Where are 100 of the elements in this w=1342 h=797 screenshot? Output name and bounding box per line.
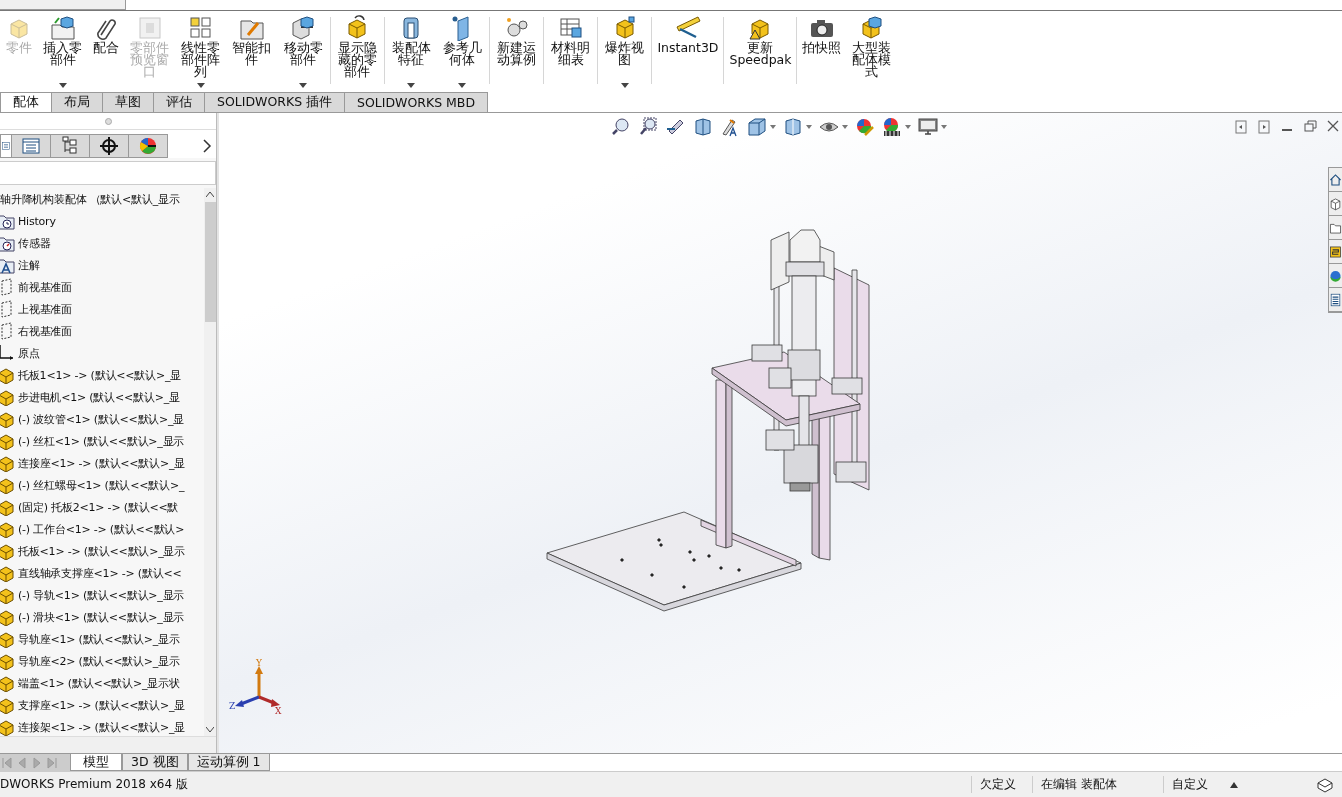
tree-item[interactable]: 上视基准面 [18,301,72,317]
ribbon-tab[interactable]: SOLIDWORKS MBD [344,92,489,112]
caret-icon[interactable] [407,83,416,88]
tile-left-icon[interactable] [1234,119,1248,135]
tree-item[interactable]: History [18,214,56,228]
tree-item[interactable]: 支撑座<1> -> (默认<<默认>_显 [18,697,186,713]
ribbon-button[interactable]: 显示隐藏的零部件 [333,13,381,92]
caret-icon[interactable] [905,125,911,129]
part-icon [0,498,15,516]
caret-icon[interactable] [458,83,467,88]
zoom-fit-icon[interactable] [612,117,632,137]
section-view-icon[interactable] [693,117,713,137]
tree-item[interactable]: 步进电机<1> (默认<<默认>_显 [18,389,180,405]
vertical-scrollbar[interactable] [204,188,216,736]
tree-item[interactable]: 连接座<1> -> (默认<<默认>_显 [18,455,186,471]
sheet-tab[interactable]: 3D 视图 [122,754,188,771]
monitor-icon[interactable] [918,117,938,137]
tile-right-icon[interactable] [1257,119,1271,135]
previous-view-icon[interactable] [666,117,686,137]
tree-item[interactable]: (-) 丝杠螺母<1> (默认<<默认>_ [18,477,185,493]
ribbon-button[interactable]: 智能扣件 [228,13,276,92]
tree-item[interactable]: 直线轴承支撑座<1> -> (默认<< [18,565,182,581]
status-text: 自定义 [1163,776,1216,793]
appearance-icon[interactable] [855,117,875,137]
caret-icon[interactable] [620,83,629,88]
ribbon-tab[interactable]: 草图 [102,92,154,112]
caret-icon[interactable] [770,125,776,129]
ribbon-button[interactable]: 插入零部件 [39,13,87,92]
scroll-down-icon[interactable] [206,727,214,732]
tree-item[interactable]: 轴升降机构装配体 （默认<默认_显示 [0,191,180,207]
ribbon-button[interactable]: 移动零部件 [279,13,327,92]
units-icon[interactable] [1316,776,1334,793]
configuration-tree-icon [60,136,80,156]
chevron-right-icon[interactable] [202,139,212,153]
part-icon [0,454,15,472]
display-style-icon[interactable] [783,117,803,137]
tree-item[interactable]: (固定) 托板2<1> -> (默认<<默 [18,499,179,515]
tree-item[interactable]: (-) 波纹管<1> (默认<<默认>_显 [18,411,185,427]
plane-icon [0,278,15,296]
ribbon-button[interactable]: Instant3D [655,13,721,92]
status-text: DWORKS Premium 2018 x64 版 [0,776,188,793]
sheet-tab[interactable]: 模型 [70,754,122,771]
tree-item[interactable]: 托板<1> -> (默认<<默认>_显示 [18,543,186,559]
ribbon-button[interactable]: 更新 Speedpak [727,13,794,92]
tree-item[interactable]: 原点 [18,345,40,361]
ribbon-button[interactable]: 新建运动算例 [493,13,541,92]
caret-icon[interactable] [196,83,205,88]
horizontal-scrollbar[interactable] [0,736,216,753]
ribbon-button[interactable]: 拍快照 [800,13,844,92]
tree-item[interactable]: 注解 [18,257,40,273]
tree-item[interactable]: 端盖<1> (默认<<默认>_显示状 [18,675,180,691]
ribbon-button[interactable]: 参考几何体 [438,13,486,92]
panel-tab[interactable] [89,134,129,158]
tree-item[interactable]: (-) 导轨<1> (默认<<默认>_显示 [18,587,185,603]
sheet-tab[interactable]: 运动算例 1 [187,754,270,771]
ribbon-button[interactable]: 配合 [90,13,123,92]
ribbon-tab[interactable]: 评估 [153,92,205,112]
axis-label: X [275,706,282,716]
restore-icon[interactable] [1303,119,1317,135]
caret-icon[interactable] [58,83,67,88]
ribbon-button[interactable]: 材料明细表 [547,13,595,92]
ribbon-tab[interactable]: SOLIDWORKS 插件 [204,92,346,112]
scene-icon[interactable] [882,117,902,137]
axis-label: Y [256,658,262,668]
view-orientation-icon[interactable] [747,117,767,137]
property-list-icon [21,136,41,156]
scroll-up-icon[interactable] [206,192,214,197]
axis-label: Z [229,701,236,711]
ribbon-button[interactable]: 大型装配体模式 [847,13,895,92]
tree-item[interactable]: 导轨座<1> (默认<<默认>_显示 [18,631,180,647]
scrollbar-thumb[interactable] [205,202,216,322]
panel-tab[interactable] [50,134,90,158]
ribbon-tab[interactable]: 布局 [51,92,103,112]
tree-item[interactable]: 托板1<1> -> (默认<<默认>_显 [18,367,182,383]
ribbon-button[interactable]: 装配体特征 [387,13,435,92]
caret-icon[interactable] [299,83,308,88]
plane-icon [0,300,15,318]
caret-icon[interactable] [806,125,812,129]
ribbon-button[interactable]: 爆炸视图 [601,13,649,92]
tree-item[interactable]: 传感器 [18,235,51,251]
tree-item[interactable]: (-) 工作台<1> -> (默认<<默认> [18,521,185,537]
panel-grip-icon[interactable] [104,117,112,125]
part-icon [0,476,15,494]
part-icon [0,718,15,736]
tree-item[interactable]: 导轨座<2> (默认<<默认>_显示 [18,653,180,669]
part-icon [0,674,15,692]
caret-icon[interactable] [941,125,947,129]
tree-item[interactable]: 连接架<1> -> (默认<<默认>_显 [18,719,186,735]
ribbon-button[interactable]: 线性零部件阵列 [177,13,225,92]
tree-item[interactable]: (-) 滑块<1> (默认<<默认>_显示 [18,609,185,625]
plane-icon [0,322,15,340]
caret-icon[interactable] [842,125,848,129]
axis-triad-icon [235,666,280,707]
caret-up-icon[interactable] [1230,781,1238,788]
tree-item[interactable]: 右视基准面 [18,323,72,339]
ribbon-tab[interactable]: 配体 [0,92,52,112]
tree-item[interactable]: 前视基准面 [18,279,72,295]
zoom-area-icon[interactable] [639,117,659,137]
origin-icon [0,344,15,362]
tree-item[interactable]: (-) 丝杠<1> (默认<<默认>_显示 [18,433,185,449]
